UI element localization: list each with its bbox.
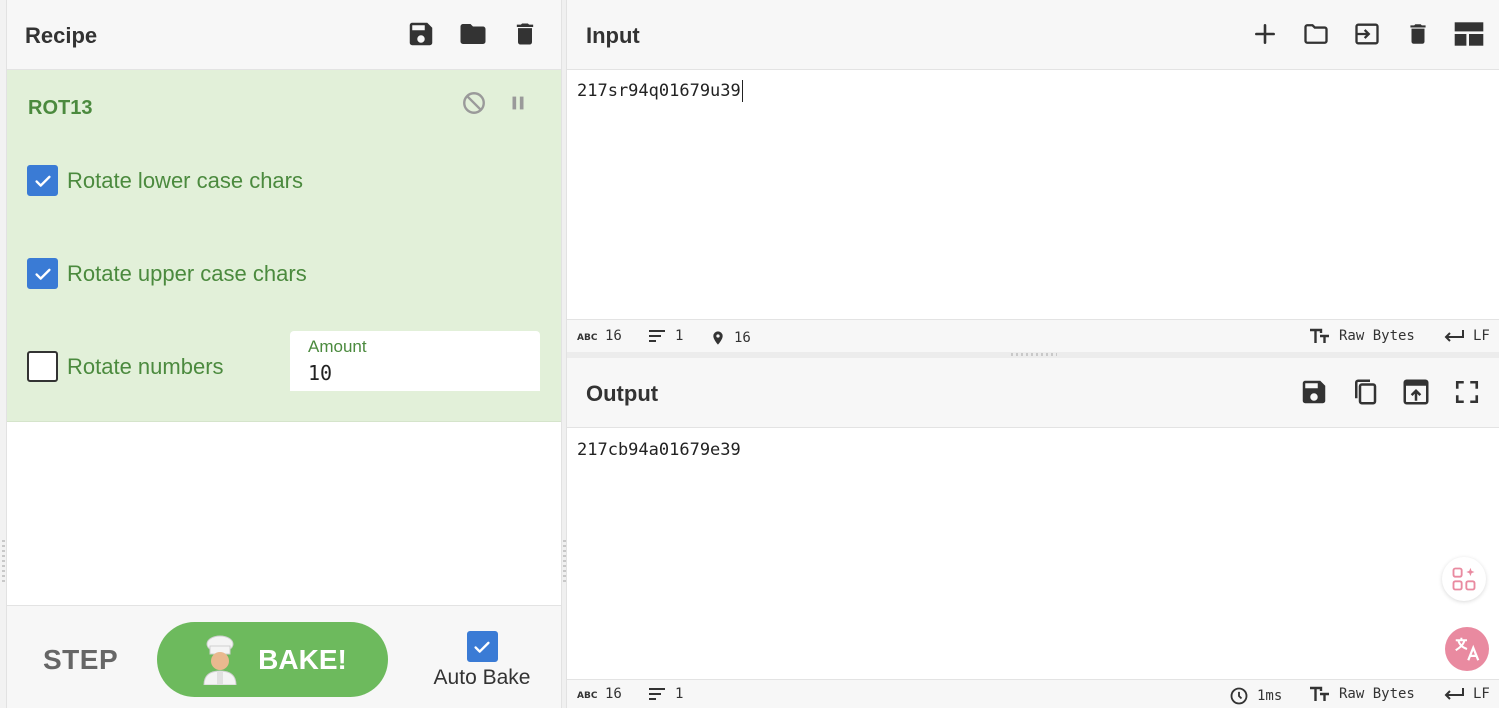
- output-length-value: 16: [605, 686, 622, 702]
- open-folder-input-icon[interactable]: [1351, 18, 1383, 50]
- auto-bake-checkbox[interactable]: [466, 631, 498, 662]
- abc-icon: ABC: [577, 333, 597, 342]
- recipe-toolbar: [405, 18, 541, 50]
- operation-rot13: ROT13 Rotate lower case chars Rotate upp…: [7, 70, 561, 422]
- output-title: Output: [586, 381, 659, 406]
- bake-button[interactable]: BAKE!: [157, 622, 388, 697]
- bake-controls: STEP BAKE! Auto Bake: [7, 605, 561, 708]
- output-lines: 1: [647, 686, 683, 702]
- bake-label: BAKE!: [258, 643, 347, 675]
- text-caret: [741, 80, 743, 102]
- output-eol[interactable]: LF: [1443, 686, 1490, 702]
- input-length-value: 16: [605, 328, 622, 344]
- text-format-icon: [1310, 686, 1329, 701]
- clear-input-trash-icon[interactable]: [1402, 18, 1434, 50]
- auto-bake-label: Auto Bake: [433, 666, 531, 689]
- svg-text:ABC: ABC: [577, 691, 597, 700]
- lines-icon: [649, 688, 665, 700]
- location-pin-icon: [713, 331, 723, 345]
- output-time: 1ms: [1229, 686, 1282, 706]
- input-eol-value: LF: [1473, 328, 1490, 344]
- save-recipe-icon[interactable]: [405, 18, 437, 50]
- maximise-output-icon[interactable]: [1451, 376, 1483, 408]
- output-toolbar: [1298, 376, 1483, 408]
- input-lines: 1: [647, 328, 683, 344]
- output-status-bar: ABC 16 1 1ms Raw Bytes LF: [567, 679, 1499, 708]
- operation-controls: [461, 90, 531, 116]
- resize-handle[interactable]: [563, 540, 566, 584]
- option-rotate-numbers[interactable]: Rotate numbers: [27, 351, 224, 382]
- rotate-numbers-checkbox[interactable]: [27, 351, 58, 382]
- load-recipe-folder-icon[interactable]: [457, 18, 489, 50]
- output-encoding[interactable]: Raw Bytes: [1309, 686, 1415, 702]
- replace-input-with-output-icon[interactable]: [1400, 376, 1432, 408]
- recipe-header: Recipe: [7, 0, 561, 70]
- input-toolbar: [1249, 18, 1485, 50]
- output-time-value: 1ms: [1257, 688, 1283, 704]
- apps-sparkle-icon[interactable]: [1442, 557, 1486, 601]
- output-encoding-value: Raw Bytes: [1339, 686, 1415, 702]
- add-tab-plus-icon[interactable]: [1249, 18, 1281, 50]
- clear-recipe-trash-icon[interactable]: [509, 18, 541, 50]
- input-encoding[interactable]: Raw Bytes: [1309, 328, 1415, 344]
- recipe-pane: Recipe ROT13 Rotate lower case chars Rot…: [7, 0, 561, 708]
- output-length: ABC 16: [577, 686, 622, 702]
- rotate-upper-label: Rotate upper case chars: [67, 260, 307, 286]
- operation-name: ROT13: [28, 97, 93, 119]
- clock-icon: [1230, 687, 1248, 705]
- return-arrow-icon: [1444, 688, 1464, 700]
- input-text: 217sr94q01679u39: [577, 81, 741, 101]
- input-lines-value: 1: [675, 328, 684, 344]
- amount-label: Amount: [308, 337, 367, 356]
- output-pane: Output 217cb94a01679e39 ABC 16 1 1ms Raw…: [567, 358, 1499, 708]
- output-textarea[interactable]: 217cb94a01679e39: [577, 440, 741, 460]
- input-length: ABC 16: [577, 328, 622, 344]
- reset-layout-icon[interactable]: [1453, 18, 1485, 50]
- amount-input[interactable]: 10: [308, 361, 332, 385]
- save-output-icon[interactable]: [1298, 376, 1330, 408]
- resize-handle[interactable]: [1011, 353, 1057, 356]
- rotate-lower-checkbox[interactable]: [27, 165, 58, 196]
- rotate-numbers-label: Rotate numbers: [67, 353, 224, 379]
- copy-output-icon[interactable]: [1349, 376, 1381, 408]
- pause-breakpoint-icon[interactable]: [505, 90, 531, 116]
- abc-icon: ABC: [577, 691, 597, 700]
- input-title: Input: [586, 23, 640, 48]
- amount-field[interactable]: Amount 10: [290, 331, 540, 391]
- rotate-upper-checkbox[interactable]: [27, 258, 58, 289]
- resize-handle[interactable]: [2, 540, 5, 584]
- input-pane: Input 217sr94q01679u39 ABC 16 1 16 Raw B…: [567, 0, 1499, 352]
- input-encoding-value: Raw Bytes: [1339, 328, 1415, 344]
- step-button[interactable]: STEP: [43, 644, 118, 676]
- input-textarea[interactable]: 217sr94q01679u39: [577, 80, 743, 102]
- input-position-value: 16: [734, 330, 751, 346]
- cyberchef-app: Recipe ROT13 Rotate lower case chars Rot…: [0, 0, 1499, 708]
- input-eol[interactable]: LF: [1443, 328, 1490, 344]
- input-header: Input: [567, 0, 1499, 70]
- output-eol-value: LF: [1473, 686, 1490, 702]
- option-rotate-lower[interactable]: Rotate lower case chars: [27, 165, 303, 196]
- output-text: 217cb94a01679e39: [577, 440, 741, 460]
- option-rotate-upper[interactable]: Rotate upper case chars: [27, 258, 307, 289]
- text-format-icon: [1310, 328, 1329, 343]
- input-position: 16: [710, 328, 751, 348]
- svg-text:ABC: ABC: [577, 333, 597, 342]
- recipe-title: Recipe: [25, 23, 98, 48]
- output-lines-value: 1: [675, 686, 684, 702]
- return-arrow-icon: [1444, 330, 1464, 342]
- disable-operation-icon[interactable]: [461, 90, 487, 116]
- chef-icon: [203, 635, 237, 685]
- lines-icon: [649, 330, 665, 342]
- left-resize-gutter[interactable]: [0, 0, 7, 708]
- auto-bake[interactable]: Auto Bake: [432, 631, 532, 690]
- input-status-bar: ABC 16 1 16 Raw Bytes LF: [567, 319, 1499, 352]
- rotate-lower-label: Rotate lower case chars: [67, 167, 303, 193]
- translate-icon[interactable]: [1445, 627, 1489, 671]
- open-file-folder-icon[interactable]: [1300, 18, 1332, 50]
- output-header: Output: [567, 358, 1499, 428]
